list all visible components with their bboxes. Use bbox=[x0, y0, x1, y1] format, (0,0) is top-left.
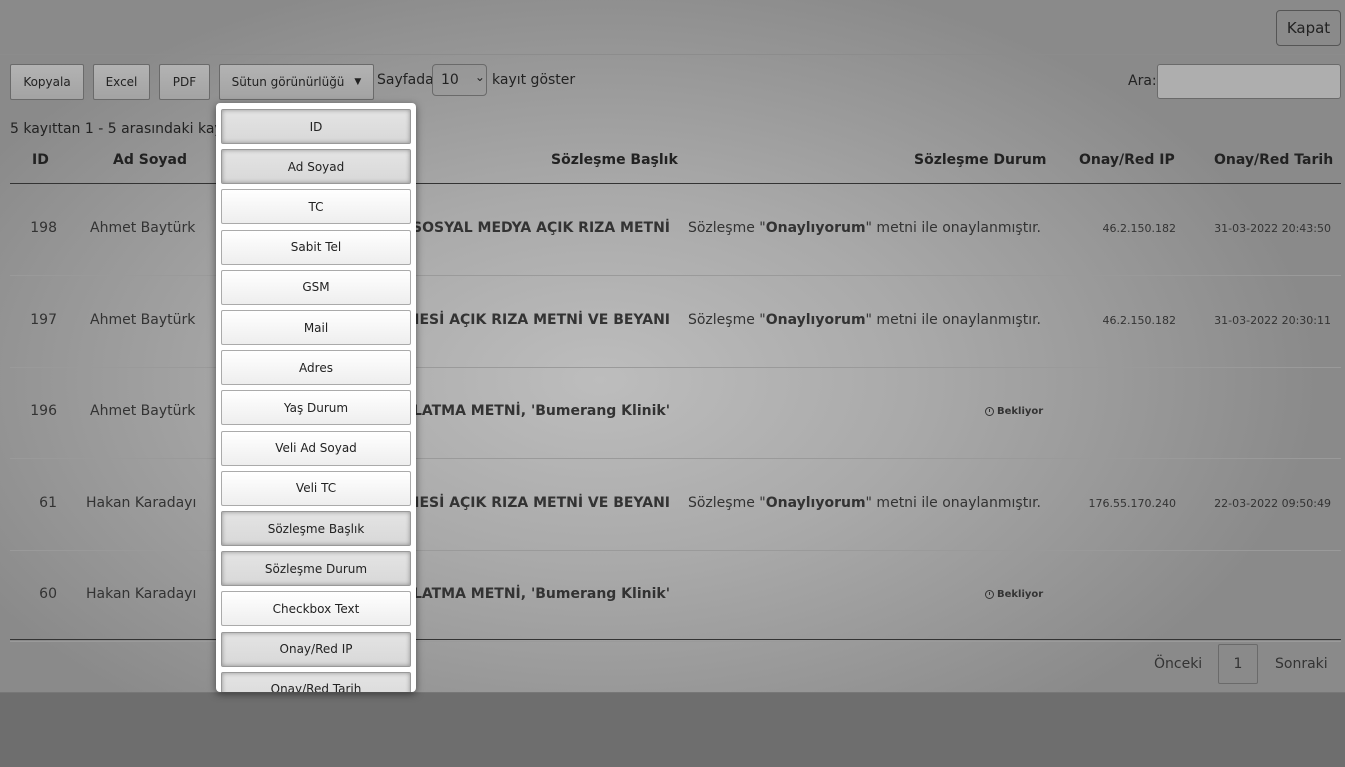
pagination-next[interactable]: Sonraki bbox=[1275, 656, 1328, 672]
column-toggle-item[interactable]: Sözleşme Başlık bbox=[221, 511, 411, 546]
table-bottom-rule bbox=[10, 639, 1341, 640]
pagination-page-1[interactable]: 1 bbox=[1218, 644, 1258, 684]
column-visibility-menu: ID Ad Soyad TC Sabit Tel GSM Mail Adres Yaş Dur… bbox=[216, 103, 416, 692]
column-toggle-item[interactable]: Ad Soyad bbox=[221, 149, 411, 185]
column-visibility-label: Sütun görünürlüğü bbox=[231, 75, 345, 89]
page-length-suffix: kayıt göster bbox=[492, 72, 576, 88]
caret-down-icon: ▼ bbox=[354, 77, 362, 87]
column-header-id[interactable]: ID bbox=[32, 152, 49, 168]
pending-label: Bekliyor bbox=[997, 406, 1044, 417]
pending-status: Bekliyor bbox=[985, 406, 1043, 417]
page-length-value: 10 bbox=[441, 72, 459, 88]
column-header-status[interactable]: Sözleşme Durum bbox=[914, 152, 1046, 168]
clock-icon bbox=[985, 590, 994, 599]
column-toggle-item[interactable]: Onay/Red Tarih bbox=[221, 671, 411, 692]
column-toggle-item[interactable]: Checkbox Text bbox=[221, 591, 411, 627]
column-toggle-item[interactable]: Mail bbox=[221, 310, 411, 345]
column-header-title[interactable]: Sözleşme Başlık bbox=[551, 152, 678, 168]
column-toggle-item[interactable]: Veli Ad Soyad bbox=[221, 430, 411, 466]
close-button[interactable]: Kapat bbox=[1276, 10, 1341, 46]
column-toggle-item[interactable]: Veli TC bbox=[221, 470, 411, 506]
pending-status: Bekliyor bbox=[985, 589, 1043, 600]
column-toggle-item[interactable]: GSM bbox=[221, 269, 411, 305]
pagination-previous[interactable]: Önceki bbox=[1154, 656, 1202, 672]
cell-date: 22-03-2022 09:50:49 bbox=[1214, 497, 1331, 510]
search-label: Ara: bbox=[1128, 73, 1157, 89]
modal-dialog: Kapat Kopyala Excel PDF Sütun görünürlüğ… bbox=[0, 0, 1345, 693]
page-length-prefix: Sayfada bbox=[377, 72, 434, 88]
excel-button[interactable]: Excel bbox=[93, 64, 150, 100]
column-header-name[interactable]: Ad Soyad bbox=[113, 152, 187, 168]
chevron-down-icon: ⌄ bbox=[474, 70, 485, 84]
column-header-ip[interactable]: Onay/Red IP bbox=[1079, 152, 1175, 168]
column-header-date[interactable]: Onay/Red Tarih bbox=[1214, 152, 1333, 168]
pdf-button[interactable]: PDF bbox=[159, 64, 210, 100]
column-visibility-button[interactable]: Sütun görünürlüğü ▼ bbox=[219, 64, 374, 100]
column-toggle-item[interactable]: ID bbox=[221, 109, 411, 144]
page-length-select[interactable]: 10 ⌄ bbox=[432, 64, 487, 96]
header-divider bbox=[0, 54, 1345, 55]
clock-icon bbox=[985, 407, 994, 416]
column-toggle-item[interactable]: Onay/Red IP bbox=[221, 631, 411, 667]
copy-button[interactable]: Kopyala bbox=[10, 64, 84, 100]
column-toggle-item[interactable]: Sabit Tel bbox=[221, 229, 411, 265]
search-input[interactable] bbox=[1157, 64, 1341, 99]
cell-date: 31-03-2022 20:30:11 bbox=[1214, 314, 1331, 327]
pending-label: Bekliyor bbox=[997, 589, 1044, 600]
column-toggle-item[interactable]: Adres bbox=[221, 350, 411, 386]
table-info: 5 kayıttan 1 - 5 arasındaki kayıt bbox=[10, 121, 233, 137]
column-toggle-item[interactable]: TC bbox=[221, 189, 411, 225]
cell-date: 31-03-2022 20:43:50 bbox=[1214, 222, 1331, 235]
column-toggle-item[interactable]: Yaş Durum bbox=[221, 390, 411, 426]
column-toggle-item[interactable]: Sözleşme Durum bbox=[221, 551, 411, 587]
